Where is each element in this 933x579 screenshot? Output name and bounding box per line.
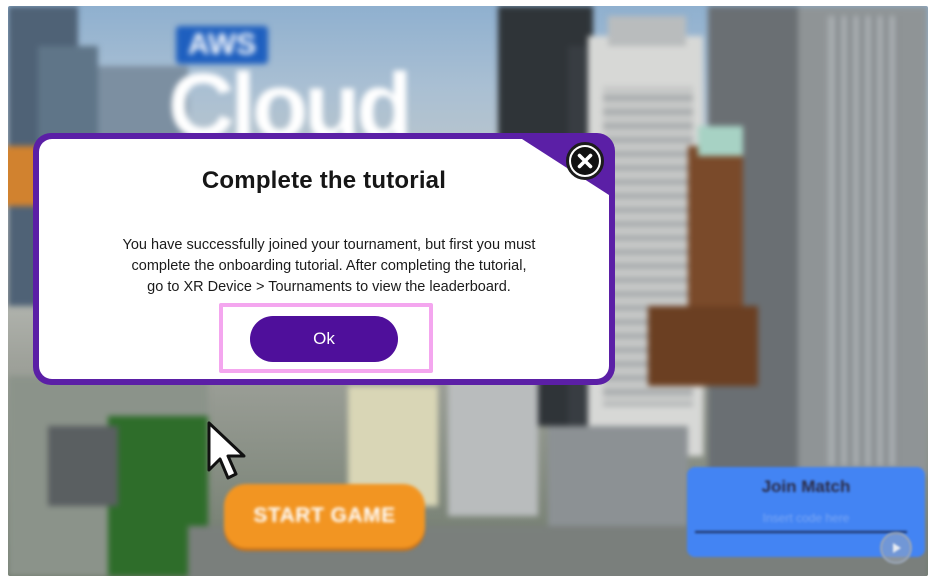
close-x-icon <box>571 147 599 175</box>
modal-title: Complete the tutorial <box>201 167 447 194</box>
close-button[interactable] <box>566 142 604 180</box>
play-icon[interactable] <box>880 532 912 564</box>
join-code-input[interactable]: Insert code here <box>687 511 925 525</box>
modal-body-line: You have successfully joined your tourna… <box>122 237 536 253</box>
modal-body: You have successfully joined your tourna… <box>79 235 579 298</box>
start-game-button[interactable]: START GAME <box>224 484 425 548</box>
modal-body-line: complete the onboarding tutorial. After … <box>131 258 527 274</box>
play-triangle-icon <box>893 543 901 553</box>
modal-body-line: go to XR Device > Tournaments to view th… <box>147 279 511 295</box>
ok-button[interactable]: Ok <box>250 316 398 362</box>
join-match-title: Join Match <box>761 477 851 496</box>
join-input-underline <box>695 531 907 533</box>
mouse-cursor-icon <box>207 421 246 480</box>
